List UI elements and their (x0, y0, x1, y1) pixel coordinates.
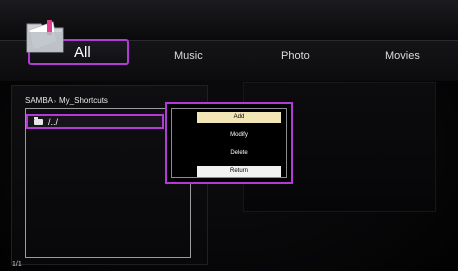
top-bar (0, 0, 458, 40)
page-indicator: 1/1 (12, 261, 22, 268)
menu-item-return[interactable]: Return (197, 166, 281, 177)
folder-small-icon (34, 117, 43, 125)
context-menu: Add Modify Delete Return (165, 102, 293, 184)
folder-icon (26, 20, 64, 53)
tab-photo[interactable]: Photo (281, 50, 310, 62)
tab-music[interactable]: Music (174, 50, 203, 62)
tab-movies[interactable]: Movies (385, 50, 420, 62)
menu-item-modify[interactable]: Modify (197, 130, 281, 141)
breadcrumb-folder: My_Shortcuts (59, 96, 108, 105)
breadcrumb: SAMBA› My_Shortcuts (25, 96, 108, 105)
breadcrumb-root: SAMBA (25, 96, 54, 105)
breadcrumb-separator-icon: › (54, 99, 57, 105)
menu-item-add[interactable]: Add (197, 112, 281, 123)
media-player-screen: All Music Photo Movies SAMBA› My_Shortcut… (0, 0, 458, 271)
list-item[interactable]: /../ (26, 114, 164, 129)
menu-item-delete[interactable]: Delete (197, 148, 281, 159)
tab-all-label: All (74, 44, 91, 61)
list-item-name: /../ (48, 117, 59, 127)
